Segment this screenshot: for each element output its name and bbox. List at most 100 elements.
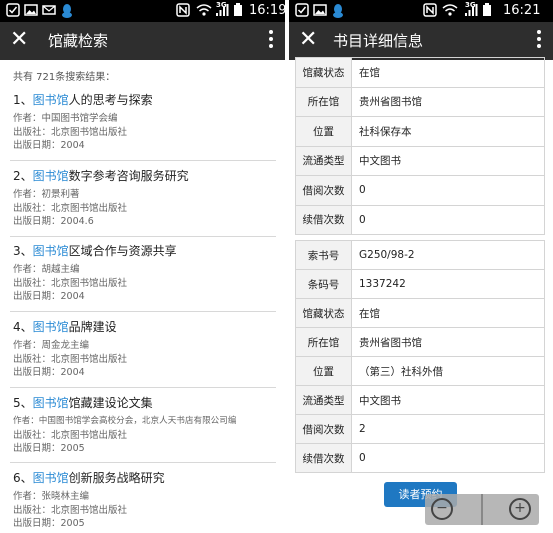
mail-icon [42,3,56,21]
result-author: 作者：中国图书馆学会编 [13,113,118,124]
nfc-icon [423,3,437,21]
close-icon[interactable]: ✕ [299,27,317,53]
holding-row-renew-count: 续借次数 0 [295,443,545,473]
field-value: 中文图书 [351,145,545,176]
field-label: 条码号 [295,269,352,299]
wifi-icon [196,3,212,21]
clock: 16:21 [503,3,541,18]
result-author: 作者：胡越主编 [13,264,80,275]
result-date: 出版日期：2004 [13,291,85,302]
result-item[interactable]: 2、图书馆数字参考咨询服务研究 作者：初景利著 出版社：北京图书馆出版社 出版日… [13,168,277,229]
overflow-menu-icon[interactable] [537,30,541,51]
close-icon[interactable]: ✕ [10,27,28,53]
result-publisher: 出版社：北京图书馆出版社 [13,202,128,214]
divider [10,462,276,463]
field-label: 索书号 [295,240,352,270]
holding-table-2: 索书号 G250/98-2 条码号 1337242 馆藏状态 在馆 所在馆 贵州… [295,240,545,473]
holding-row-position: 位置 （第三）社科外借 [295,356,545,386]
divider [10,387,276,388]
field-value: （第三）社科外借 [351,356,545,386]
zoom-in-icon[interactable]: + [509,498,531,520]
result-title[interactable]: 5、图书馆馆藏建设论文集 [13,395,277,411]
field-label: 续借次数 [295,443,352,473]
result-author: 作者：中国图书馆学会高校分会，北京人天书店有限公司编 [13,416,237,426]
overflow-menu-icon[interactable] [269,30,273,51]
holding-row-location: 所在馆 贵州省图书馆 [295,327,545,357]
result-title[interactable]: 4、图书馆品牌建设 [13,319,277,335]
page-title: 馆藏检索 [48,32,109,50]
result-title[interactable]: 6、图书馆创新服务战略研究 [13,470,277,486]
result-item[interactable]: 1、图书馆人的思考与探索 作者：中国图书馆学会编 出版社：北京图书馆出版社 出版… [13,92,277,153]
field-label: 借阅次数 [295,414,352,444]
field-label: 馆藏状态 [295,57,352,88]
field-value: 0 [351,175,545,206]
field-value: 贵州省图书馆 [351,86,545,117]
app-bar: ✕ 书目详细信息 [289,22,553,60]
field-value: 0 [351,204,545,235]
divider [10,236,276,237]
field-label: 流通类型 [295,385,352,415]
field-value: 社科保存本 [351,116,545,147]
result-item[interactable]: 3、图书馆区域合作与资源共享 作者：胡越主编 出版社：北京图书馆出版社 出版日期… [13,243,277,304]
result-item[interactable]: 4、图书馆品牌建设 作者：周金龙主编 出版社：北京图书馆出版社 出版日期：200… [13,319,277,380]
result-author: 作者：初景利著 [13,189,80,200]
result-item[interactable]: 5、图书馆馆藏建设论文集 作者：中国图书馆学会高校分会，北京人天书店有限公司编 … [13,395,277,456]
result-count: 共有 721条搜索结果： [13,72,116,83]
divider [10,311,276,312]
holding-row-circulation: 流通类型 中文图书 [295,145,545,176]
field-label: 位置 [295,116,352,147]
field-label: 所在馆 [295,327,352,357]
field-value: 2 [351,414,545,444]
signal-icon [215,3,229,21]
zoom-out-icon[interactable]: − [431,498,453,520]
result-title[interactable]: 3、图书馆区域合作与资源共享 [13,243,277,259]
result-date: 出版日期：2005 [13,443,85,454]
holding-row-location: 所在馆 贵州省图书馆 [295,86,545,117]
check-icon [295,3,309,21]
holding-row-status: 馆藏状态 在馆 [295,57,545,88]
result-item[interactable]: 6、图书馆创新服务战略研究 作者：张晓林主编 出版社：北京图书馆出版社 出版日期… [13,470,277,531]
signal-icon [464,3,478,21]
field-value: 1337242 [351,269,545,299]
divider [10,160,276,161]
field-label: 馆藏状态 [295,298,352,328]
field-value: G250/98-2 [351,240,545,270]
holding-row-position: 位置 社科保存本 [295,116,545,147]
page-title: 书目详细信息 [333,32,424,50]
field-value: 在馆 [351,298,545,328]
battery-icon [233,3,243,21]
holding-row-circulation: 流通类型 中文图书 [295,385,545,415]
result-publisher: 出版社：北京图书馆出版社 [13,353,128,365]
holding-row-renew-count: 续借次数 0 [295,204,545,235]
field-label: 借阅次数 [295,175,352,206]
result-publisher: 出版社：北京图书馆出版社 [13,504,128,516]
battery-icon [482,3,492,21]
check-icon [6,3,20,21]
result-publisher: 出版社：北京图书馆出版社 [13,429,128,441]
result-date: 出版日期：2005 [13,518,85,529]
book-detail-screen: 3G 16:21 ✕ 书目详细信息 馆藏状态 在馆 所在馆 贵州省图书馆 位置 … [289,0,553,533]
result-author: 作者：张晓林主编 [13,491,90,502]
holding-row-borrow-count: 借阅次数 0 [295,175,545,206]
zoom-divider [481,494,483,525]
result-author: 作者：周金龙主编 [13,340,90,351]
field-value: 0 [351,443,545,473]
holding-row-call-number: 索书号 G250/98-2 [295,240,545,270]
result-date: 出版日期：2004.6 [13,216,94,227]
wifi-icon [442,3,458,21]
field-label: 所在馆 [295,86,352,117]
nfc-icon [176,3,190,21]
holding-row-barcode: 条码号 1337242 [295,269,545,299]
field-label: 续借次数 [295,204,352,235]
result-title[interactable]: 1、图书馆人的思考与探索 [13,92,277,108]
field-label: 位置 [295,356,352,386]
search-results-screen: 3G 16:19 ✕ 馆藏检索 共有 721条搜索结果： 1、图书馆人的思考与探… [0,0,285,533]
qq-icon [60,3,74,23]
result-title[interactable]: 2、图书馆数字参考咨询服务研究 [13,168,277,184]
image-icon [313,3,327,21]
image-icon [24,3,38,21]
qq-icon [331,3,345,23]
holding-row-status: 馆藏状态 在馆 [295,298,545,328]
result-publisher: 出版社：北京图书馆出版社 [13,277,128,289]
status-bar: 3G 16:21 [289,0,553,22]
